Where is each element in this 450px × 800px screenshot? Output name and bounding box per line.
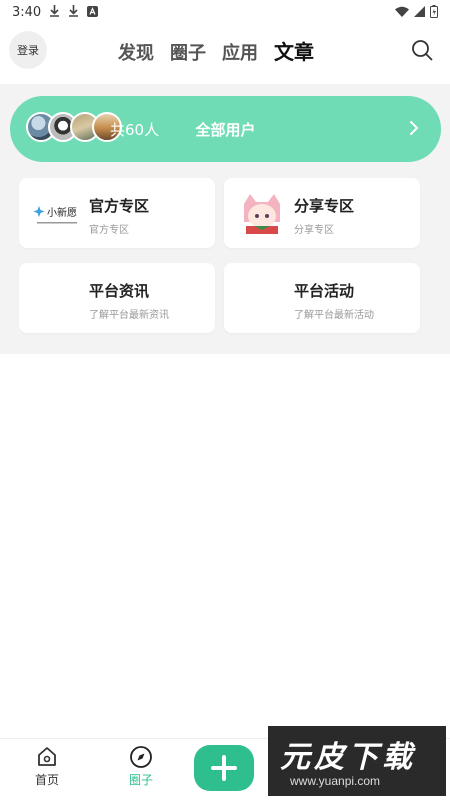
card-subtitle: 了解平台最新资讯 <box>89 310 169 321</box>
all-users-banner[interactable]: 共60人 全部用户 <box>10 96 441 162</box>
card-share[interactable]: 分享专区 分享专区 <box>224 178 420 248</box>
wifi-icon <box>395 6 409 19</box>
tab-articles[interactable]: 文章 <box>274 36 314 65</box>
plus-icon <box>211 755 237 781</box>
add-button[interactable] <box>194 745 254 791</box>
chevron-right-icon <box>410 121 418 135</box>
card-title: 官方专区 <box>89 197 150 215</box>
download-icon <box>49 5 60 19</box>
top-nav: 登录 发现 圈子 应用 文章 <box>0 26 450 74</box>
all-users-label: 全部用户 <box>195 121 256 139</box>
search-icon[interactable] <box>410 38 434 62</box>
top-tabs: 发现 圈子 应用 文章 <box>118 36 314 65</box>
status-bar: 3:40 <box>0 0 450 24</box>
status-time: 3:40 <box>12 4 42 20</box>
watermark-logo: 元皮下载 <box>280 740 416 775</box>
xiaoxinyuan-logo: 小新愿 <box>33 206 77 224</box>
download-icon <box>68 5 79 19</box>
login-button[interactable]: 登录 <box>9 31 47 69</box>
logo-brand-text: 小新愿 <box>47 206 77 219</box>
card-platform-events[interactable]: 平台活动 了解平台最新活动 <box>224 263 420 333</box>
watermark-url: www.yuanpi.com <box>290 774 381 788</box>
articles-content: 共60人 全部用户 小新愿 官方专区 官方专区 分享专区 分享专区 平台资讯 了… <box>0 84 450 354</box>
card-platform-news[interactable]: 平台资讯 了解平台最新资讯 <box>19 263 215 333</box>
nav-home-label: 首页 <box>34 773 59 787</box>
card-title: 分享专区 <box>294 197 355 215</box>
card-official[interactable]: 小新愿 官方专区 官方专区 <box>19 178 215 248</box>
signal-icon <box>414 5 425 19</box>
nav-home[interactable]: 首页 <box>22 745 72 788</box>
tab-circle[interactable]: 圈子 <box>170 39 206 65</box>
card-title: 平台资讯 <box>89 282 150 300</box>
card-title: 平台活动 <box>294 282 355 300</box>
anime-girl-avatar <box>244 194 280 234</box>
nav-circle[interactable]: 圈子 <box>116 745 166 788</box>
home-icon <box>38 747 56 766</box>
app-notification-icon <box>87 5 99 19</box>
compass-icon <box>130 746 152 768</box>
watermark: 元皮下载 www.yuanpi.com <box>268 726 446 796</box>
battery-icon <box>430 4 438 20</box>
tab-apps[interactable]: 应用 <box>222 39 258 65</box>
card-subtitle: 官方专区 <box>89 225 129 236</box>
card-subtitle: 分享专区 <box>294 225 334 236</box>
card-subtitle: 了解平台最新活动 <box>294 310 374 321</box>
nav-circle-label: 圈子 <box>128 773 153 787</box>
tab-discover[interactable]: 发现 <box>118 39 154 65</box>
